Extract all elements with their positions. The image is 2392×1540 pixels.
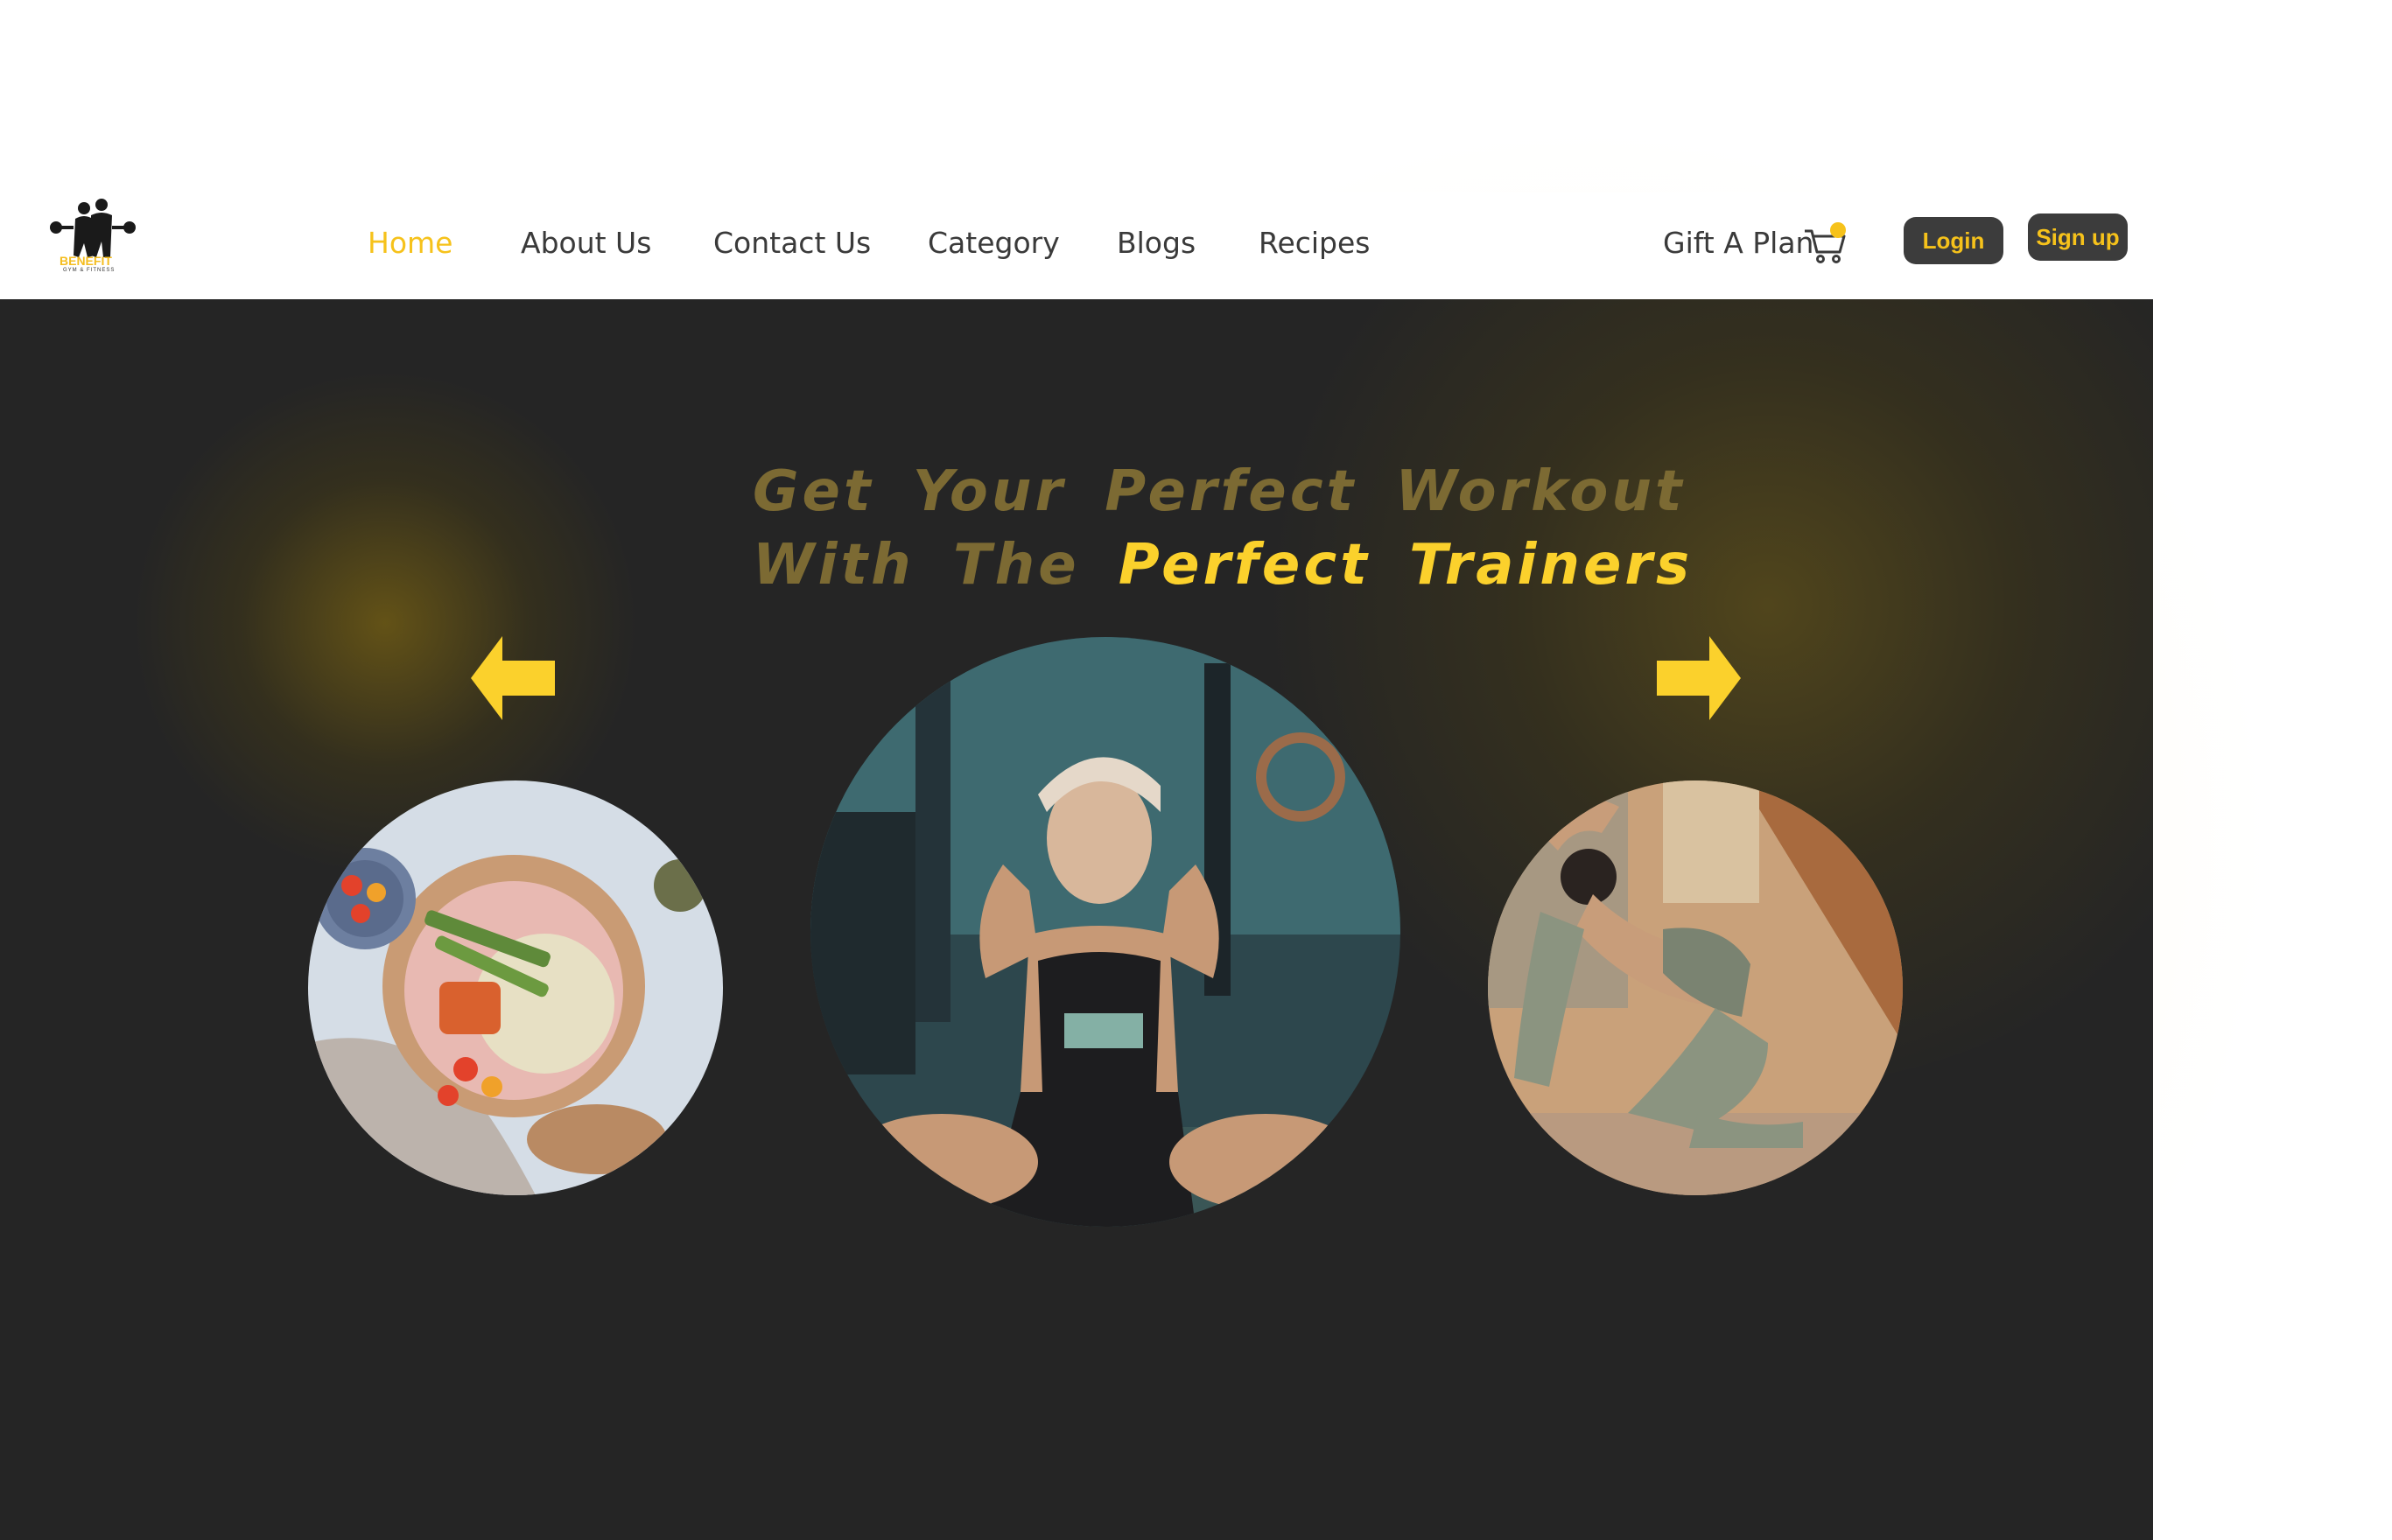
brand-tagline: GYM & FITNESS (63, 268, 116, 273)
nav-item-blogs[interactable]: Blogs (1117, 226, 1196, 260)
nav-item-home[interactable]: Home (368, 226, 452, 260)
arrow-right-icon[interactable] (1657, 636, 1741, 720)
nav-item-contact-us[interactable]: Contact Us (713, 226, 871, 260)
slide-fitness-image[interactable] (810, 637, 1400, 1227)
arrow-left-icon[interactable] (471, 636, 555, 720)
headline-prefix: With The (753, 533, 1080, 598)
hero-headline: Get Your Perfect Workout With The Perfec… (753, 455, 1689, 602)
login-button[interactable]: Login (1904, 217, 2003, 264)
headline-highlight: Perfect Trainers (1118, 533, 1694, 598)
nav-item-category[interactable]: Category (928, 226, 1060, 260)
nav-item-about-us[interactable]: About Us (521, 226, 651, 260)
slide-food-image[interactable] (308, 780, 723, 1195)
brand-name: BENEFIT (60, 254, 112, 268)
nav-item-recipes[interactable]: Recipes (1259, 226, 1371, 260)
gift-a-plan-link[interactable]: Gift A Plan (1663, 226, 1813, 260)
headline-line-1: Get Your Perfect Workout (753, 459, 1686, 524)
signup-button[interactable]: Sign up (2028, 214, 2128, 261)
cart-badge (1830, 222, 1846, 238)
slide-yoga-image[interactable] (1488, 780, 1903, 1195)
headline-line-2: With The Perfect Trainers (753, 528, 1689, 602)
